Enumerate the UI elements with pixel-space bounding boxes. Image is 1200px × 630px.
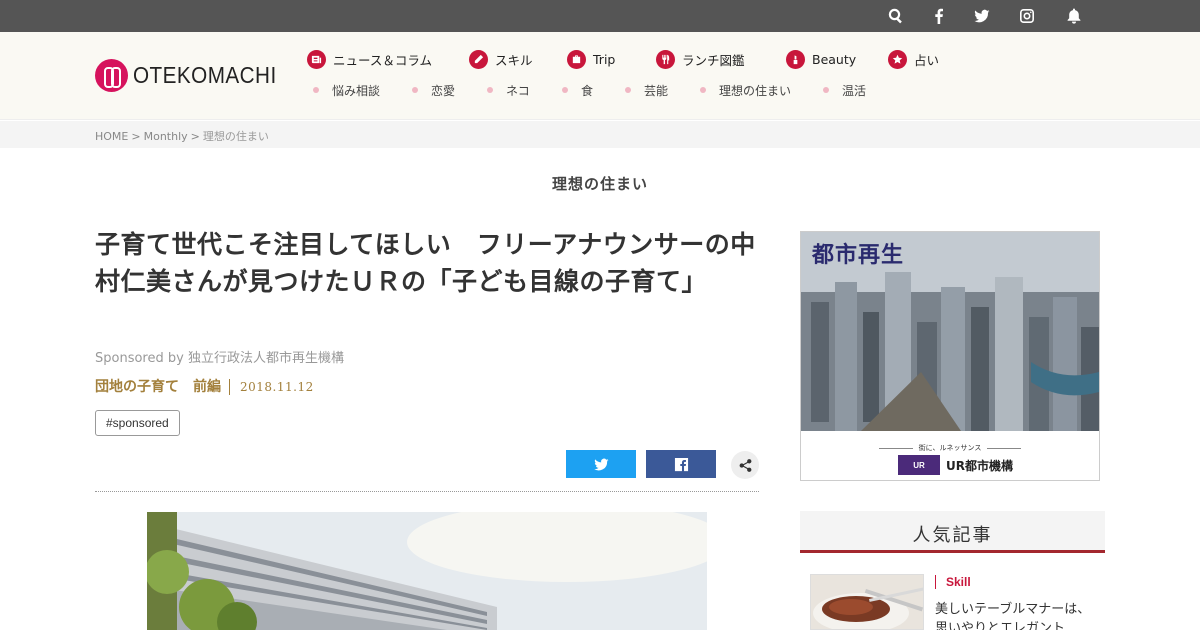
nav-item-trip[interactable]: Trip — [567, 49, 615, 69]
twitter-icon — [593, 458, 609, 470]
nav-item-fortune[interactable]: 占い — [888, 49, 939, 69]
breadcrumb-bar: HOME > Monthly > 理想の住まい — [0, 121, 1200, 148]
ad-footer: 街に、ルネッサンス UR UR都市機構 — [801, 431, 1099, 480]
article-meta: 団地の子育て 前編 2018.11.12 — [95, 379, 314, 395]
sub-nav-label: 悩み相談 — [332, 83, 381, 98]
sidebar-ad-ur[interactable]: 都市再生 街に、ルネッサンス UR UR都市機構 — [800, 231, 1100, 481]
bullet-icon — [412, 87, 418, 93]
publish-date: 2018.11.12 — [240, 380, 314, 394]
star-icon — [888, 49, 907, 69]
tag-sponsored[interactable]: #sponsored — [95, 410, 180, 436]
share-icon — [739, 458, 751, 472]
sub-nav-label: 理想の住まい — [719, 83, 792, 98]
hero-image[interactable] — [147, 512, 707, 630]
nav-item-news-column[interactable]: ニュース＆コラム — [307, 49, 432, 69]
steak-dish-icon — [811, 575, 923, 629]
logo-text: OTEKOMACHI — [133, 61, 277, 88]
series-link[interactable]: 団地の子育て 前編 — [95, 379, 230, 395]
sub-nav-food[interactable]: 食 — [562, 82, 593, 98]
sub-nav-worries[interactable]: 悩み相談 — [313, 82, 380, 98]
ad-tagline: 街に、ルネッサンス — [801, 443, 1099, 453]
popular-article-thumbnail — [810, 574, 924, 630]
share-facebook-button[interactable] — [646, 450, 716, 478]
sub-nav-warming[interactable]: 温活 — [823, 82, 866, 98]
sub-nav-label: 食 — [581, 83, 594, 98]
nav-label: Trip — [593, 51, 616, 67]
sub-nav-label: 恋愛 — [431, 83, 456, 98]
breadcrumb-home[interactable]: HOME — [95, 130, 128, 143]
instagram-icon[interactable] — [1017, 6, 1037, 26]
breadcrumb-separator: > — [190, 129, 200, 143]
share-more-button[interactable] — [731, 451, 759, 479]
ur-logo-icon: UR — [898, 455, 940, 475]
logo-mark-icon — [95, 58, 128, 92]
facebook-icon — [674, 457, 688, 471]
bell-icon[interactable] — [1064, 6, 1084, 26]
bullet-icon — [562, 87, 568, 93]
pencil-icon — [469, 49, 488, 69]
popular-article-category: Skill — [935, 575, 971, 589]
breadcrumb-separator: > — [131, 129, 141, 143]
ad-city-photo: 都市再生 — [801, 232, 1099, 431]
sub-nav-ideal-home[interactable]: 理想の住まい — [700, 82, 791, 98]
nav-item-skill[interactable]: スキル — [469, 49, 533, 69]
breadcrumb-monthly[interactable]: Monthly — [144, 130, 188, 143]
share-twitter-button[interactable] — [566, 450, 636, 478]
article-title: 子育て世代こそ注目してほしい フリーアナウンサーの中村仁美さんが見つけたＵＲの「… — [95, 230, 756, 296]
sub-nav-cat[interactable]: ネコ — [487, 82, 530, 98]
site-logo[interactable]: OTEKOMACHI — [95, 57, 277, 93]
nav-label: ニュース＆コラム — [333, 52, 433, 68]
nav-item-beauty[interactable]: Beauty — [786, 49, 856, 69]
sub-nav-entertainment[interactable]: 芸能 — [625, 82, 668, 98]
facebook-icon[interactable] — [929, 6, 949, 26]
ad-brand-name: UR都市機構 — [946, 458, 1013, 473]
bullet-icon — [313, 87, 319, 93]
apartment-photo-icon — [147, 512, 707, 630]
nav-item-lunch[interactable]: ランチ図鑑 — [656, 49, 745, 69]
site-header: OTEKOMACHI ニュース＆コラム スキル Trip ランチ図鑑 Beaut… — [0, 32, 1200, 120]
popular-articles-title: 人気記事 — [912, 525, 993, 546]
nav-label: 占い — [914, 52, 940, 68]
popular-articles-header: 人気記事 — [800, 511, 1105, 553]
sub-nav-label: 温活 — [842, 83, 867, 98]
ur-mark-text: UR — [913, 460, 925, 470]
ad-headline: 都市再生 — [812, 243, 905, 268]
newspaper-icon — [307, 49, 326, 69]
suitcase-icon — [567, 49, 586, 69]
sponsor-line: Sponsored by 独立行政法人都市再生機構 — [95, 351, 344, 366]
fork-knife-icon — [656, 49, 675, 69]
lipstick-icon — [786, 49, 805, 69]
popular-article-item[interactable]: Skill 美しいテーブルマナーは、思いやりとエレガント — [810, 574, 1100, 630]
nav-label: Beauty — [812, 51, 857, 67]
section-title: 理想の住まい — [551, 175, 648, 193]
bullet-icon — [625, 87, 631, 93]
nav-label: ランチ図鑑 — [682, 52, 745, 68]
bullet-icon — [823, 87, 829, 93]
bullet-icon — [487, 87, 493, 93]
breadcrumb-current: 理想の住まい — [202, 130, 269, 143]
sub-nav-label: ネコ — [506, 83, 530, 98]
bullet-icon — [700, 87, 706, 93]
sub-nav-love[interactable]: 恋愛 — [412, 82, 455, 98]
top-utility-bar — [0, 0, 1200, 32]
search-icon[interactable] — [886, 6, 906, 26]
breadcrumb: HOME > Monthly > 理想の住まい — [95, 128, 269, 144]
ad-brand: UR UR都市機構 — [898, 455, 1013, 475]
sub-nav-label: 芸能 — [644, 83, 669, 98]
twitter-icon[interactable] — [972, 6, 992, 26]
popular-article-title: 美しいテーブルマナーは、思いやりとエレガント — [935, 602, 1091, 630]
article-divider — [95, 491, 759, 492]
nav-label: スキル — [495, 52, 533, 68]
